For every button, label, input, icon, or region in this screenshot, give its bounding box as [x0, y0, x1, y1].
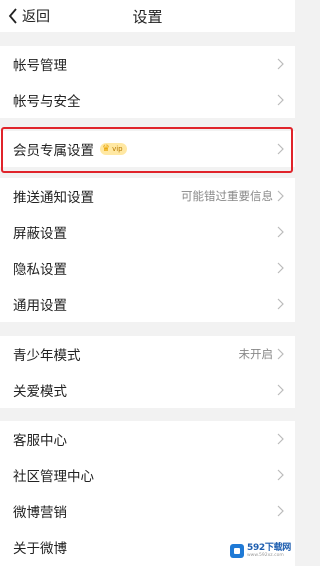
- site-logo-icon: [230, 543, 244, 558]
- row-label: 关于微博: [13, 541, 67, 557]
- chevron-right-icon: [277, 94, 284, 106]
- settings-group-vip: 会员专属设置 ♛ vip: [0, 131, 295, 167]
- row-label: 隐私设置: [13, 262, 67, 278]
- watermark: 592下载网 www.592xz.com: [230, 542, 291, 559]
- row-label: 社区管理中心: [13, 469, 94, 485]
- settings-group-general: 推送通知设置 可能错过重要信息 屏蔽设置 隐私设置 通用设置: [0, 178, 295, 322]
- chevron-right-icon: [277, 433, 284, 445]
- settings-row-care-mode[interactable]: 关爱模式: [0, 372, 295, 408]
- settings-row-community-management[interactable]: 社区管理中心: [0, 457, 295, 493]
- watermark-sub: www.592xz.com: [247, 552, 284, 558]
- chevron-right-icon: [277, 58, 284, 70]
- row-label: 通用设置: [13, 298, 67, 314]
- row-label: 屏蔽设置: [13, 226, 67, 242]
- settings-row-block[interactable]: 屏蔽设置: [0, 214, 295, 250]
- settings-row-general[interactable]: 通用设置: [0, 286, 295, 322]
- chevron-right-icon: [277, 298, 284, 310]
- back-label: 返回: [22, 9, 50, 25]
- settings-row-account-management[interactable]: 帐号管理: [0, 46, 295, 82]
- settings-row-push-notifications[interactable]: 推送通知设置 可能错过重要信息: [0, 178, 295, 214]
- settings-row-account-security[interactable]: 帐号与安全: [0, 82, 295, 118]
- chevron-right-icon: [277, 505, 284, 517]
- row-label: 帐号与安全: [13, 94, 81, 110]
- row-label: 客服中心: [13, 433, 67, 449]
- row-label: 青少年模式: [13, 348, 81, 364]
- chevron-right-icon: [277, 384, 284, 396]
- row-label: 帐号管理: [13, 58, 67, 74]
- crown-icon: ♛: [102, 144, 111, 154]
- settings-row-privacy[interactable]: 隐私设置: [0, 250, 295, 286]
- settings-row-weibo-marketing[interactable]: 微博营销: [0, 493, 295, 529]
- chevron-left-icon: [8, 8, 17, 24]
- chevron-right-icon: [277, 348, 284, 360]
- chevron-right-icon: [277, 262, 284, 274]
- navigation-bar: 返回 设置: [0, 0, 295, 32]
- chevron-right-icon: [277, 143, 284, 155]
- settings-row-youth-mode[interactable]: 青少年模式 未开启: [0, 336, 295, 372]
- back-button[interactable]: 返回: [8, 5, 50, 27]
- settings-group-modes: 青少年模式 未开启 关爱模式: [0, 336, 295, 408]
- watermark-main: 592下载网: [247, 542, 291, 553]
- row-label: 推送通知设置: [13, 190, 94, 206]
- chevron-right-icon: [277, 190, 284, 202]
- vip-badge: ♛ vip: [100, 143, 127, 155]
- row-label: 关爱模式: [13, 384, 67, 400]
- settings-row-customer-service[interactable]: 客服中心: [0, 421, 295, 457]
- page-title: 设置: [132, 7, 163, 26]
- row-value: 未开启: [238, 347, 274, 361]
- chevron-right-icon: [277, 469, 284, 481]
- row-label: 会员专属设置: [13, 143, 94, 159]
- settings-row-vip-settings[interactable]: 会员专属设置 ♛ vip: [0, 131, 295, 167]
- row-value: 可能错过重要信息: [181, 189, 273, 203]
- row-label: 微博营销: [13, 505, 67, 521]
- chevron-right-icon: [277, 226, 284, 238]
- settings-group-account: 帐号管理 帐号与安全: [0, 46, 295, 118]
